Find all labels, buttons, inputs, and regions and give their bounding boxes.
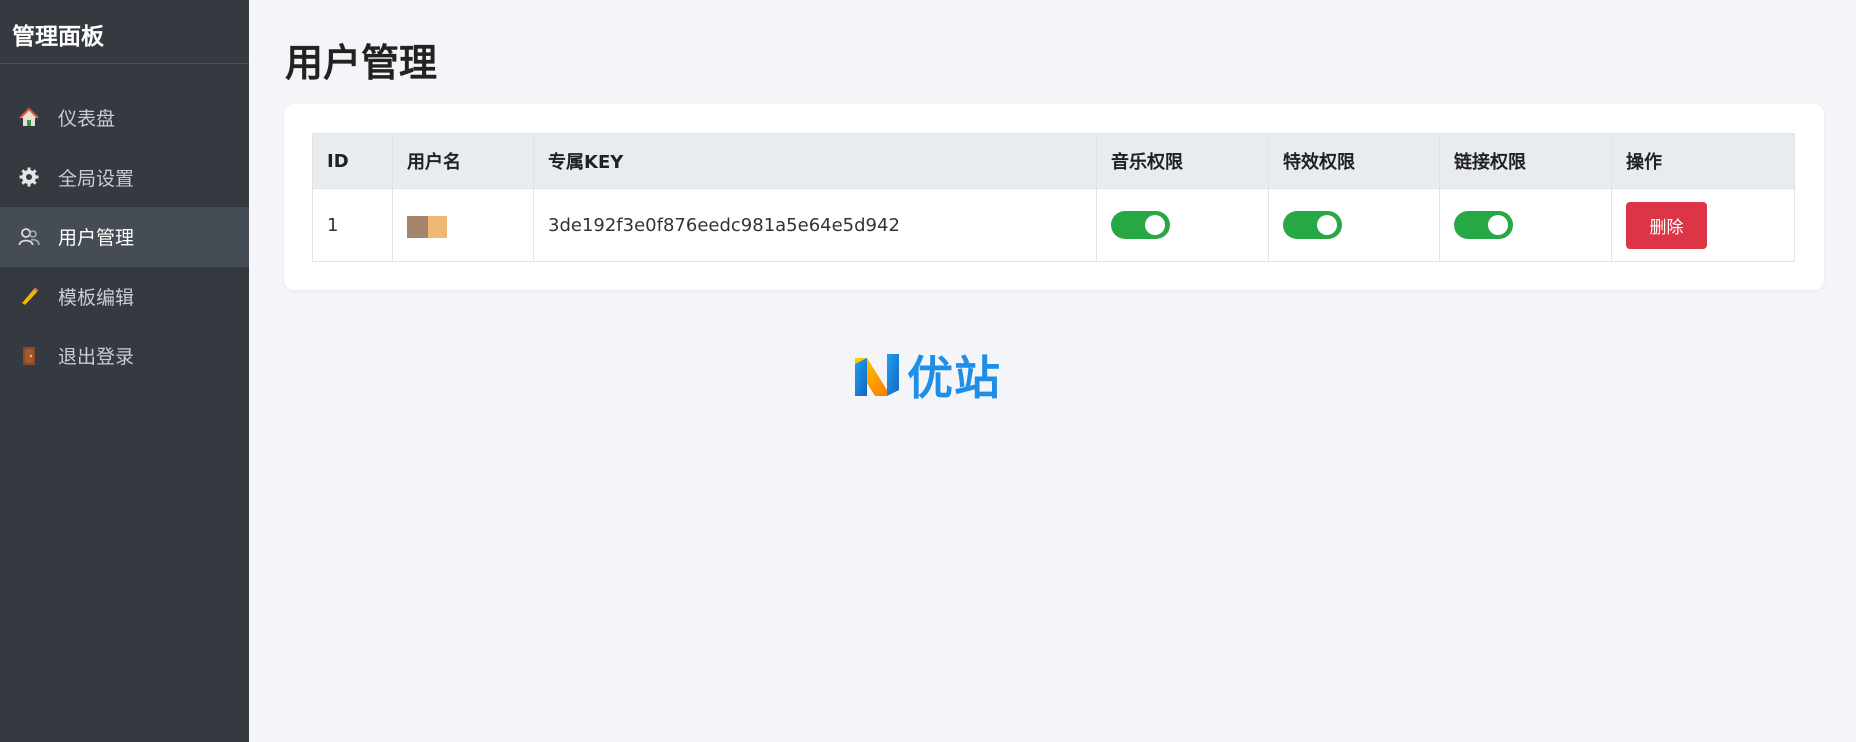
watermark: 优站 (853, 342, 1001, 408)
effects-permission-toggle[interactable] (1283, 211, 1342, 239)
cell-key: 3de192f3e0f876eedc981a5e64e5d942 (533, 188, 1097, 262)
sidebar: 管理面板 仪表盘 全局设置 用户管理 模板编辑 退出登录 (0, 0, 249, 742)
watermark-logo-icon (855, 354, 899, 396)
links-permission-toggle[interactable] (1454, 211, 1513, 239)
door-icon (18, 345, 40, 367)
cell-links (1439, 188, 1612, 262)
cell-action: 删除 (1611, 188, 1795, 262)
cell-username (392, 188, 534, 262)
column-header-action: 操作 (1611, 133, 1795, 189)
cell-music (1096, 188, 1269, 262)
sidebar-item-label: 退出登录 (58, 346, 135, 369)
sidebar-item-logout[interactable]: 退出登录 (0, 326, 249, 386)
sidebar-item-users[interactable]: 用户管理 (0, 207, 249, 267)
sidebar-item-label: 仪表盘 (58, 108, 116, 131)
music-permission-toggle[interactable] (1111, 211, 1170, 239)
pencil-icon (18, 285, 40, 307)
column-header-music: 音乐权限 (1096, 133, 1269, 189)
sidebar-item-template[interactable]: 模板编辑 (0, 267, 249, 327)
sidebar-nav: 仪表盘 全局设置 用户管理 模板编辑 退出登录 (0, 88, 249, 386)
gear-icon (18, 166, 40, 188)
users-icon (18, 226, 40, 248)
page-title: 用户管理 (285, 41, 438, 85)
sidebar-item-dashboard[interactable]: 仪表盘 (0, 88, 249, 148)
sidebar-item-settings[interactable]: 全局设置 (0, 148, 249, 208)
table-row: 1 3de192f3e0f876eedc981a5e64e5d942 删除 (312, 188, 1795, 262)
home-icon (18, 107, 40, 129)
column-header-effects: 特效权限 (1268, 133, 1440, 189)
watermark-text: 优站 (907, 351, 1001, 405)
column-header-id: ID (312, 133, 393, 189)
users-card: ID 用户名 专属KEY 音乐权限 特效权限 链接权限 操作 1 3de192f… (284, 104, 1824, 290)
column-header-username: 用户名 (392, 133, 534, 189)
delete-button[interactable]: 删除 (1626, 201, 1707, 249)
column-header-links: 链接权限 (1439, 133, 1612, 189)
sidebar-item-label: 用户管理 (58, 227, 135, 250)
cell-effects (1268, 188, 1440, 262)
cell-id: 1 (312, 188, 393, 262)
sidebar-item-label: 全局设置 (58, 167, 135, 190)
table-header-row: ID 用户名 专属KEY 音乐权限 特效权限 链接权限 操作 (312, 133, 1795, 189)
sidebar-item-label: 模板编辑 (58, 286, 135, 309)
username-redacted (407, 216, 447, 238)
users-table: ID 用户名 专属KEY 音乐权限 特效权限 链接权限 操作 1 3de192f… (312, 133, 1795, 262)
column-header-key: 专属KEY (533, 133, 1097, 189)
main-content: 用户管理 ID 用户名 专属KEY 音乐权限 特效权限 链接权限 操作 1 3d… (249, 0, 1856, 742)
sidebar-title: 管理面板 (0, 0, 249, 64)
